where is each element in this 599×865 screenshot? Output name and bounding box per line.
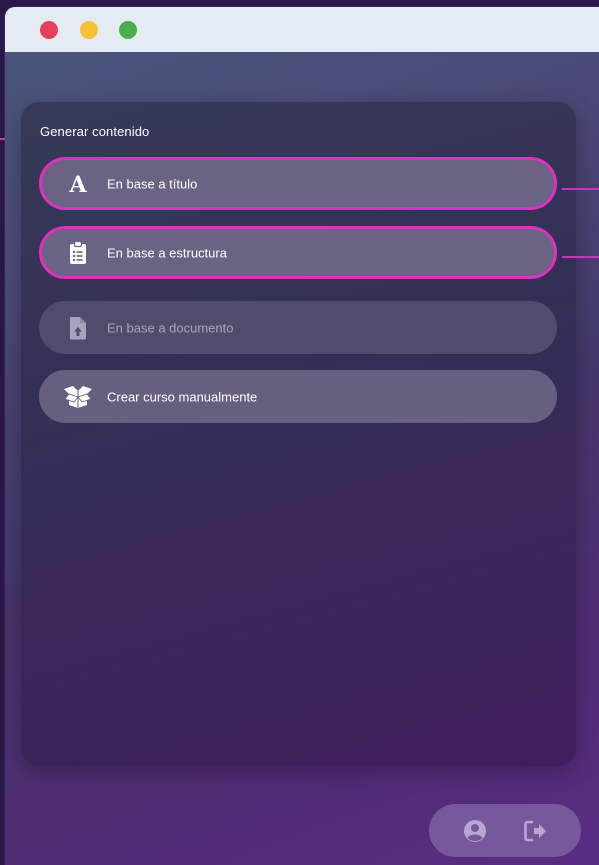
option-manual-course-button[interactable]: Crear curso manualmente: [39, 370, 557, 423]
minimize-window-button[interactable]: [80, 21, 98, 39]
option-by-structure-button[interactable]: En base a estructura: [39, 226, 557, 279]
bottom-action-bar: [429, 804, 581, 857]
user-circle-icon[interactable]: [462, 818, 488, 844]
maximize-window-button[interactable]: [119, 21, 137, 39]
desktop-background: Generar contenido A En base a título En …: [0, 0, 599, 865]
option-by-document-label: En base a documento: [107, 320, 234, 335]
option-manual-course-label: Crear curso manualmente: [107, 389, 258, 404]
title-bar: [5, 7, 599, 52]
svg-text:A: A: [68, 172, 87, 196]
annotation-line-right-1: [562, 188, 599, 190]
panel-title: Generar contenido: [40, 124, 150, 139]
open-box-icon: [63, 384, 93, 410]
clipboard-list-icon: [63, 240, 93, 266]
option-by-document-button[interactable]: En base a documento: [39, 301, 557, 354]
option-by-title-button[interactable]: A En base a título: [39, 157, 557, 210]
letter-a-icon: A: [63, 171, 93, 197]
generate-content-panel: Generar contenido A En base a título En …: [21, 102, 576, 766]
file-upload-icon: [63, 315, 93, 341]
annotation-line-right-2: [562, 256, 599, 258]
option-by-title-label: En base a título: [107, 176, 198, 191]
close-window-button[interactable]: [40, 21, 58, 39]
option-by-structure-label: En base a estructura: [107, 245, 227, 260]
logout-icon[interactable]: [522, 818, 548, 844]
